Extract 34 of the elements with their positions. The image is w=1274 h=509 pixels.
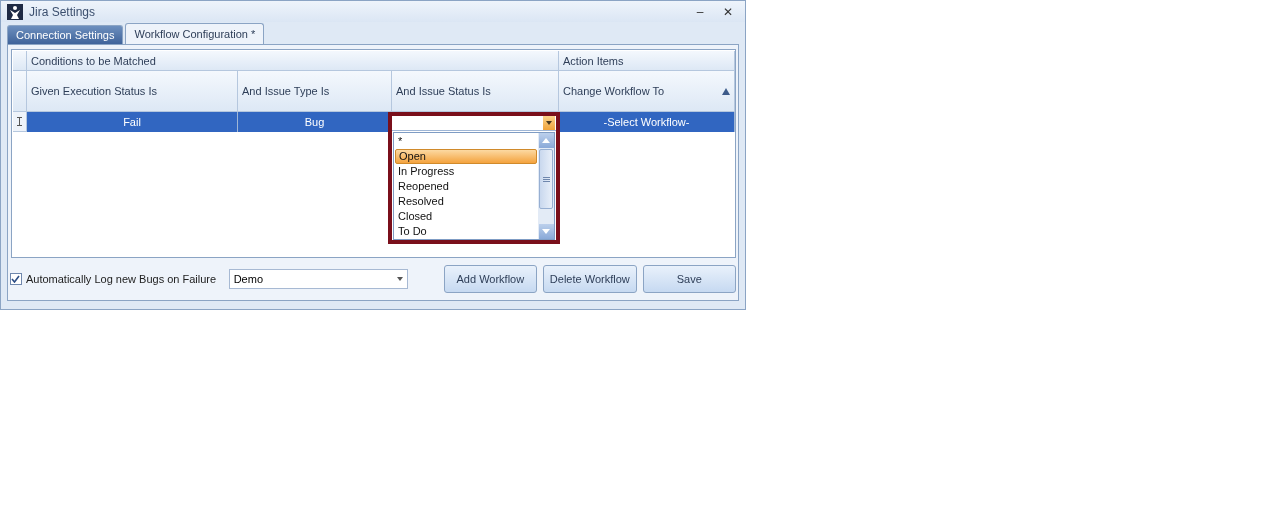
window-title: Jira Settings: [29, 4, 97, 19]
list-item[interactable]: Reopened: [394, 179, 538, 194]
column-header[interactable]: And Issue Status Is: [392, 71, 559, 112]
column-header[interactable]: Change Workflow To: [559, 71, 735, 112]
list-item[interactable]: To Do: [394, 224, 538, 239]
caret-icon: [546, 121, 552, 125]
checkbox-label: Automatically Log new Bugs on Failure: [25, 273, 218, 285]
checkbox[interactable]: [10, 273, 22, 285]
column-header[interactable]: And Issue Type Is: [238, 71, 392, 112]
list-item[interactable]: *: [394, 134, 538, 149]
delete-button[interactable]: Delete Workflow: [543, 265, 637, 293]
project-dropdown[interactable]: Demo: [228, 269, 408, 289]
caret-icon: [396, 277, 403, 281]
table-cell: Fail: [27, 112, 238, 132]
close-button[interactable]: ✕: [717, 4, 739, 19]
list-item[interactable]: Closed: [394, 209, 538, 224]
list-item[interactable]: Open: [395, 149, 537, 164]
group-header: Conditions to be Matched: [27, 51, 559, 71]
tab[interactable]: Workflow Configuration *: [125, 23, 265, 44]
table-cell: -Select Workflow-: [559, 112, 735, 132]
minimize-button[interactable]: ‒: [689, 4, 711, 19]
edit-cursor-icon: [17, 117, 22, 126]
dropdown-button[interactable]: [543, 116, 555, 130]
tab[interactable]: Connection Settings: [7, 25, 124, 44]
save-button[interactable]: Save: [642, 265, 736, 293]
group-header: Action Items: [559, 51, 735, 71]
app-icon: [7, 3, 23, 20]
list-item[interactable]: In Progress: [394, 164, 538, 179]
add-button[interactable]: Add Workflow: [443, 265, 538, 293]
scroll-down-icon[interactable]: [538, 224, 554, 239]
scroll-thumb[interactable]: [539, 149, 553, 209]
list-item[interactable]: Resolved: [394, 194, 538, 209]
scrollbar[interactable]: [538, 133, 554, 239]
column-header[interactable]: Given Execution Status Is: [27, 71, 238, 112]
